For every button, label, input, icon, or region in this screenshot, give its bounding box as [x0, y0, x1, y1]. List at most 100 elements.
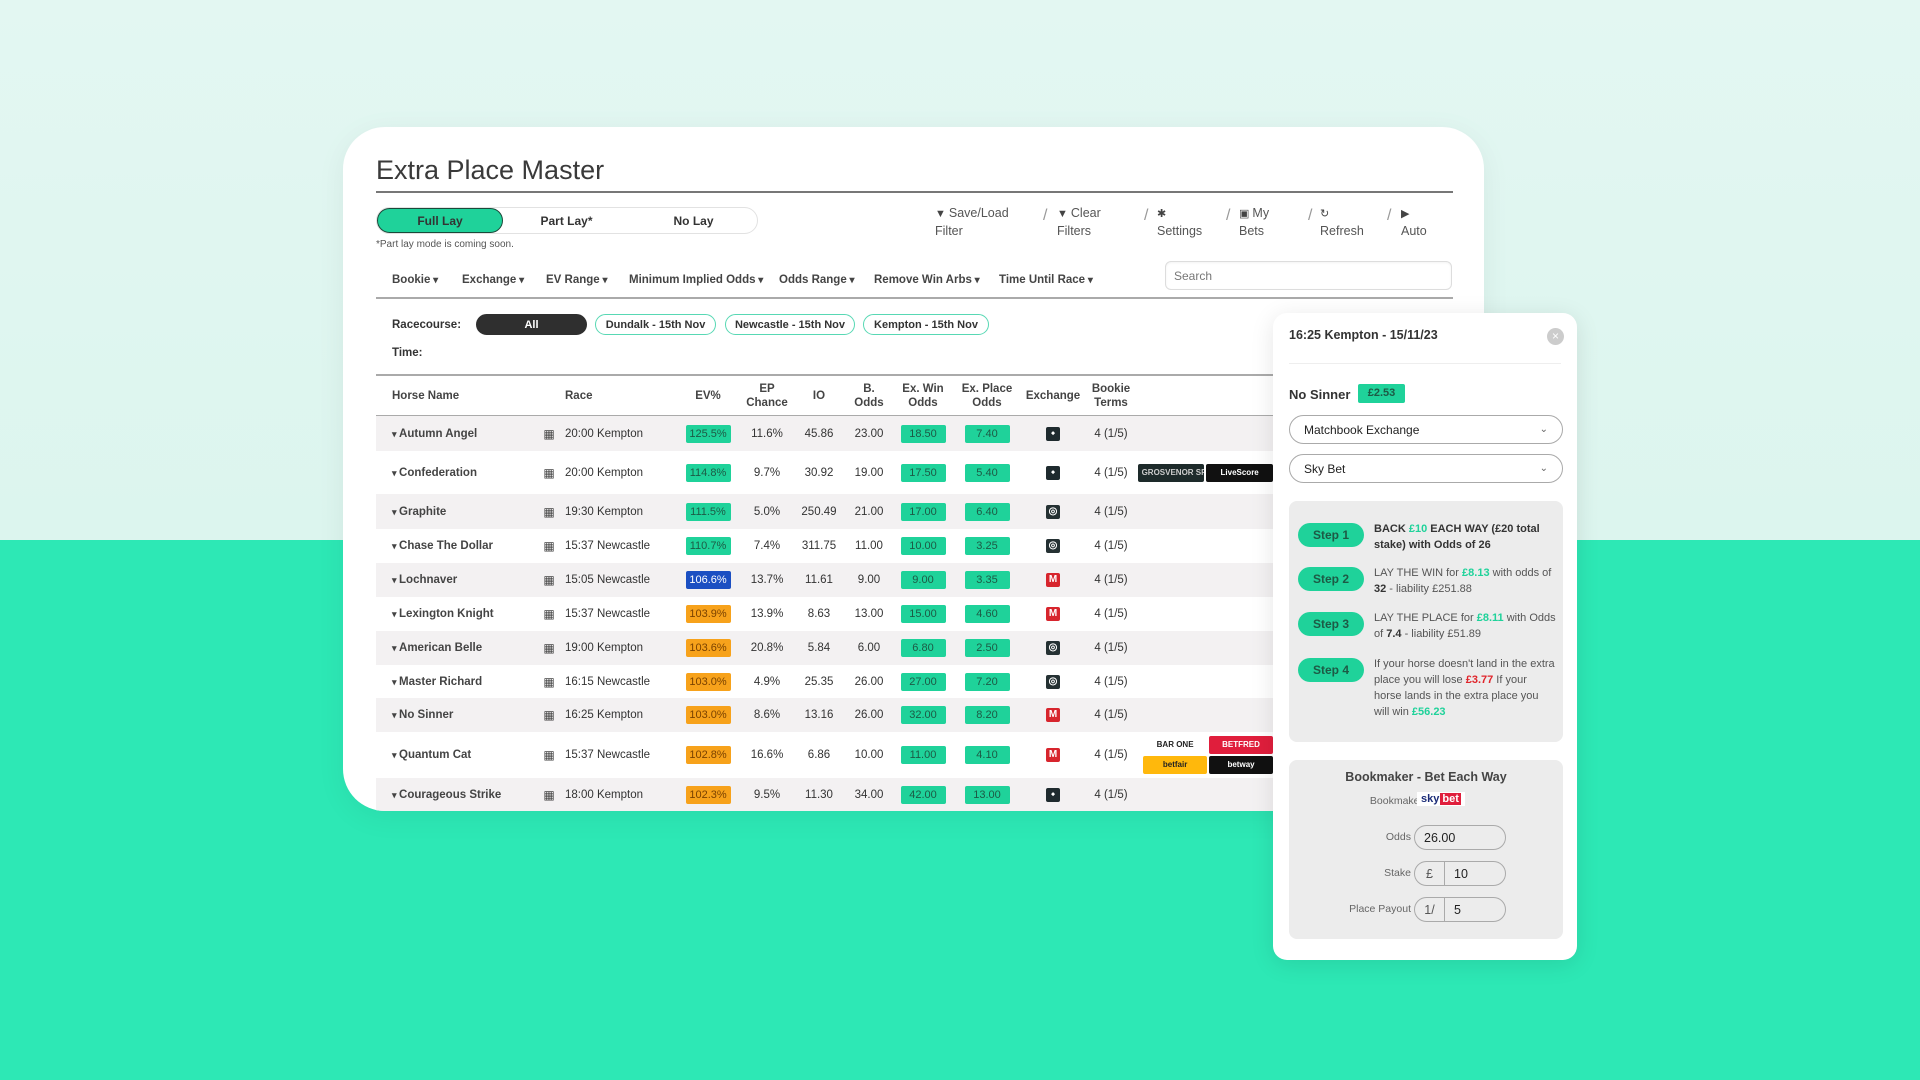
horse-name-cell[interactable]: ▾ Chase The Dollar: [376, 540, 540, 552]
horse-name-cell[interactable]: ▾ Master Richard: [376, 676, 540, 688]
ev-badge: 103.0%: [685, 706, 731, 724]
toolbar-filter-button[interactable]: ▼ Save/Load Filter: [935, 205, 1009, 240]
calculator-icon[interactable]: ▦: [540, 748, 558, 762]
table-row[interactable]: ▾ Confederation ▦ 20:00 Kempton 114.8% 9.7% 3…: [376, 451, 1273, 494]
caret-down-icon: ▾: [430, 275, 439, 286]
caret-down-icon[interactable]: ▾: [392, 507, 399, 517]
calculator-icon[interactable]: ▦: [540, 573, 558, 587]
table-row[interactable]: ▾ Graphite ▦ 19:30 Kempton 111.5% 5.0% 250.49…: [376, 494, 1273, 529]
exchange-cell: ◎: [1018, 504, 1088, 519]
toolbar-auto-button[interactable]: ▶ Auto: [1401, 205, 1427, 240]
calculator-icon[interactable]: ▦: [540, 539, 558, 553]
column-header[interactable]: IO: [790, 389, 848, 403]
table-row[interactable]: ▾ Courageous Strike ▦ 18:00 Kempton 102.3% 9…: [376, 778, 1273, 811]
ex-win-odds-cell: 27.00: [890, 672, 956, 691]
calculator-icon[interactable]: ▦: [540, 788, 558, 802]
horse-name-cell[interactable]: ▾ No Sinner: [376, 709, 540, 721]
exchange-cell: M: [1018, 708, 1088, 722]
racecourse-all[interactable]: All: [476, 314, 587, 335]
bookie-terms-cell: 4 (1/5): [1094, 709, 1128, 721]
calculator-icon[interactable]: ▦: [540, 675, 558, 689]
horse-name-cell[interactable]: ▾ Lexington Knight: [376, 608, 540, 620]
caret-down-icon[interactable]: ▾: [392, 710, 399, 720]
column-header[interactable]: Horse Name: [376, 389, 540, 403]
caret-down-icon[interactable]: ▾: [392, 541, 399, 551]
exchange-select[interactable]: Matchbook Exchange ⌄: [1289, 415, 1563, 444]
horse-name-cell[interactable]: ▾ American Belle: [376, 642, 540, 654]
horse-name-cell[interactable]: ▾ Autumn Angel: [376, 428, 540, 440]
bookie-terms-cell: 4 (1/5): [1094, 789, 1128, 801]
ep-cell: 9.5%: [753, 789, 781, 801]
horse-name-cell[interactable]: ▾ Lochnaver: [376, 574, 540, 586]
odds-badge: 7.40: [964, 424, 1010, 443]
caret-down-icon[interactable]: ▾: [392, 575, 399, 585]
step-text-part: 7.4: [1386, 628, 1402, 640]
column-header[interactable]: Exchange: [1018, 389, 1088, 403]
toolbar-bets-button[interactable]: ▣ My Bets: [1239, 205, 1269, 240]
mode-full-lay[interactable]: Full Lay: [377, 208, 503, 233]
filter-bookie[interactable]: Bookie ▾: [392, 274, 438, 286]
horse-name-cell[interactable]: ▾ Courageous Strike: [376, 789, 540, 801]
calculator-icon[interactable]: ▦: [540, 505, 558, 519]
mode-part-lay[interactable]: Part Lay*: [503, 208, 630, 233]
table-row[interactable]: ▾ No Sinner ▦ 16:25 Kempton 103.0% 8.6% 13.16…: [376, 698, 1273, 732]
odds-badge: 18.50: [900, 424, 946, 443]
column-header[interactable]: Ex. Place Odds: [956, 382, 1018, 410]
filter-ev-range[interactable]: EV Range ▾: [546, 274, 608, 286]
table-row[interactable]: ▾ Master Richard ▦ 16:15 Newcastle 103.0% 4.…: [376, 665, 1273, 698]
b-cell: 10.00: [854, 749, 884, 761]
filter-exchange[interactable]: Exchange ▾: [462, 274, 524, 286]
column-header[interactable]: Bookie Terms: [1088, 382, 1134, 410]
table-row[interactable]: ▾ American Belle ▦ 19:00 Kempton 103.6% 20.8…: [376, 631, 1273, 665]
horse-name-cell[interactable]: ▾ Confederation: [376, 467, 540, 479]
odds-input[interactable]: 26.00: [1414, 825, 1506, 850]
column-header[interactable]: Race: [558, 389, 672, 403]
odds-badge: 11.00: [900, 746, 946, 764]
column-header[interactable]: Ex. Win Odds: [890, 382, 956, 410]
horse-name: Lexington Knight: [399, 608, 494, 620]
calculator-icon[interactable]: ▦: [540, 466, 558, 480]
mode-no-lay[interactable]: No Lay: [630, 208, 757, 233]
stake-input[interactable]: £10: [1414, 861, 1506, 886]
racecourse-kempton[interactable]: Kempton - 15th Nov: [863, 314, 989, 335]
horse-name-cell[interactable]: ▾ Quantum Cat: [376, 749, 540, 761]
odds-badge: 7.20: [964, 672, 1010, 691]
racecourse-newcastle[interactable]: Newcastle - 15th Nov: [725, 314, 855, 335]
column-header[interactable]: B. Odds: [848, 382, 890, 410]
racecourse-dundalk[interactable]: Dundalk - 15th Nov: [595, 314, 716, 335]
calculator-icon[interactable]: ▦: [540, 708, 558, 722]
place-payout-input[interactable]: 1/5: [1414, 897, 1506, 922]
toolbar-settings-button[interactable]: ✱ Settings: [1157, 205, 1202, 240]
bookie-select[interactable]: Sky Bet ⌄: [1289, 454, 1563, 483]
caret-down-icon[interactable]: ▾: [392, 750, 399, 760]
calculator-icon[interactable]: ▦: [540, 427, 558, 441]
ev-cell: 102.3%: [672, 786, 744, 804]
caret-down-icon[interactable]: ▾: [392, 677, 399, 687]
table-row[interactable]: ▾ Chase The Dollar ▦ 15:37 Newcastle 110.7%…: [376, 529, 1273, 563]
filter-odds-range[interactable]: Odds Range ▾: [779, 274, 855, 286]
calculator-icon[interactable]: ▦: [540, 607, 558, 621]
filter-remove-win-arbs[interactable]: Remove Win Arbs ▾: [874, 274, 980, 286]
column-header[interactable]: EV%: [672, 389, 744, 403]
calculator-icon[interactable]: ▦: [540, 641, 558, 655]
caret-down-icon[interactable]: ▾: [392, 643, 399, 653]
column-header[interactable]: EP Chance: [744, 382, 790, 410]
filter-time-until-race[interactable]: Time Until Race ▾: [999, 274, 1093, 286]
table-row[interactable]: ▾ Quantum Cat ▦ 15:37 Newcastle 102.8% 16.6%…: [376, 732, 1273, 778]
caret-down-icon[interactable]: ▾: [392, 609, 399, 619]
race-cell: 20:00 Kempton: [565, 466, 644, 479]
filter-minimum-implied-odds[interactable]: Minimum Implied Odds ▾: [629, 274, 763, 286]
close-icon[interactable]: ×: [1547, 328, 1564, 345]
table-row[interactable]: ▾ Lexington Knight ▦ 15:37 Newcastle 103.9%…: [376, 597, 1273, 631]
toolbar-filters-button[interactable]: ▼ Clear Filters: [1057, 205, 1101, 240]
toolbar-refresh-button[interactable]: ↻ Refresh: [1320, 205, 1364, 240]
horse-name-cell[interactable]: ▾ Graphite: [376, 506, 540, 518]
search-input[interactable]: Search: [1165, 261, 1452, 290]
table-row[interactable]: ▾ Lochnaver ▦ 15:05 Newcastle 106.6% 13.7% 11…: [376, 563, 1273, 597]
ep-cell: 4.9%: [753, 675, 781, 688]
b-cell: 34.00: [854, 789, 884, 801]
caret-down-icon[interactable]: ▾: [392, 429, 399, 439]
caret-down-icon[interactable]: ▾: [392, 468, 399, 478]
caret-down-icon[interactable]: ▾: [392, 790, 399, 800]
table-row[interactable]: ▾ Autumn Angel ▦ 20:00 Kempton 125.5% 11.6% 4…: [376, 416, 1273, 451]
